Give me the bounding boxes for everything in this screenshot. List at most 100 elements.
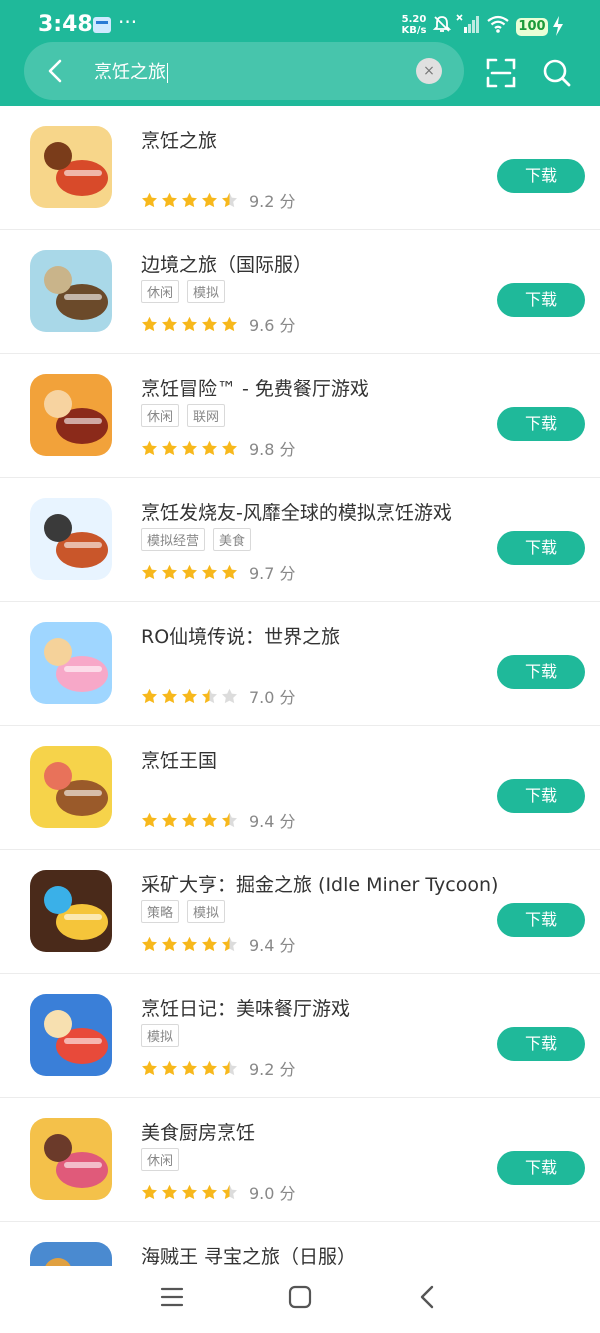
app-rating: 9.0 分	[141, 1180, 296, 1203]
rating-star-icon	[162, 1060, 177, 1075]
app-tag: 策略	[141, 900, 180, 923]
app-tags: 策略 模拟	[141, 900, 233, 923]
app-icon[interactable]	[30, 498, 112, 580]
result-row[interactable]: 烹饪王国 9.4 分 下载	[0, 726, 600, 850]
download-button[interactable]: 下载	[497, 531, 585, 565]
rating-score: 9.2 分	[249, 1060, 296, 1079]
result-row[interactable]: 采矿大亨：掘金之旅 (Idle Miner Tycoon) 策略 模拟 9.4 分 下载	[0, 850, 600, 974]
status-bar: 3:48 ··· 5.20 KB/s 100	[0, 0, 600, 40]
wifi-icon	[487, 15, 509, 33]
search-input[interactable]: 烹饪之旅	[94, 58, 168, 84]
rating-star-icon	[222, 688, 237, 703]
app-tag: 联网	[187, 404, 226, 427]
app-name[interactable]: RO仙境传说：世界之旅	[141, 622, 340, 649]
rating-score: 9.8 分	[249, 440, 296, 459]
rating-star-icon	[202, 688, 217, 703]
rating-score: 7.0 分	[249, 688, 296, 707]
app-name[interactable]: 烹饪冒险™ - 免费餐厅游戏	[141, 374, 369, 401]
rating-star-icon	[182, 936, 197, 951]
download-button[interactable]: 下载	[497, 1027, 585, 1061]
scan-icon[interactable]	[486, 58, 516, 88]
result-row[interactable]: 烹饪发烧友-风靡全球的模拟烹饪游戏 模拟经营 美食 9.7 分 下载	[0, 478, 600, 602]
rating-star-icon	[222, 316, 237, 331]
app-icon[interactable]	[30, 126, 112, 208]
app-name[interactable]: 采矿大亨：掘金之旅 (Idle Miner Tycoon)	[141, 870, 498, 897]
rating-star-icon	[202, 812, 217, 827]
menu-icon[interactable]	[160, 1286, 184, 1308]
download-button[interactable]: 下载	[497, 159, 585, 193]
back-icon[interactable]	[418, 1284, 438, 1310]
app-name[interactable]: 美食厨房烹饪	[141, 1118, 255, 1145]
app-name[interactable]: 烹饪之旅	[141, 126, 217, 153]
app-icon[interactable]	[30, 374, 112, 456]
rating-star-icon	[162, 440, 177, 455]
rating-star-icon	[142, 440, 157, 455]
rating-score: 9.7 分	[249, 564, 296, 583]
rating-star-icon	[162, 812, 177, 827]
app-tag: 休闲	[141, 404, 180, 427]
rating-star-icon	[202, 192, 217, 207]
app-name[interactable]: 边境之旅（国际服）	[141, 250, 312, 277]
app-tags: 休闲 联网	[141, 404, 233, 427]
rating-score: 9.2 分	[249, 192, 296, 211]
app-rating: 7.0 分	[141, 684, 296, 707]
app-icon[interactable]	[30, 622, 112, 704]
rating-star-icon	[142, 936, 157, 951]
download-button[interactable]: 下载	[497, 903, 585, 937]
search-icon[interactable]	[542, 58, 572, 88]
download-button[interactable]: 下载	[497, 1151, 585, 1185]
rating-star-icon	[142, 1060, 157, 1075]
rating-star-icon	[202, 1184, 217, 1199]
app-icon[interactable]	[30, 994, 112, 1076]
app-rating: 9.2 分	[141, 1056, 296, 1079]
result-row[interactable]: 边境之旅（国际服） 休闲 模拟 9.6 分 下载	[0, 230, 600, 354]
app-name[interactable]: 烹饪发烧友-风靡全球的模拟烹饪游戏	[141, 498, 452, 525]
download-button[interactable]: 下载	[497, 407, 585, 441]
rating-star-icon	[162, 936, 177, 951]
app-tag: 美食	[213, 528, 252, 551]
result-row[interactable]: 烹饪之旅 9.2 分 下载	[0, 106, 600, 230]
app-icon[interactable]	[30, 1118, 112, 1200]
result-row[interactable]: 烹饪日记：美味餐厅游戏模拟 9.2 分 下载	[0, 974, 600, 1098]
app-rating: 9.4 分	[141, 932, 296, 955]
app-tag: 模拟	[141, 1024, 180, 1047]
app-icon[interactable]	[30, 1242, 112, 1266]
rating-star-icon	[162, 564, 177, 579]
clear-search-button[interactable]: ×	[416, 58, 442, 84]
app-name[interactable]: 海贼王 寻宝之旅（日服）	[141, 1242, 356, 1266]
app-rating: 9.7 分	[141, 560, 296, 583]
app-name[interactable]: 烹饪日记：美味餐厅游戏	[141, 994, 350, 1021]
app-tags: 模拟	[141, 1024, 187, 1047]
app-icon[interactable]	[30, 250, 112, 332]
home-icon[interactable]	[288, 1285, 312, 1309]
search-query: 烹饪之旅	[94, 62, 166, 83]
app-tags: 休闲 模拟	[141, 280, 233, 303]
app-name[interactable]: 烹饪王国	[141, 746, 217, 773]
battery-indicator: 100	[516, 18, 548, 36]
result-row[interactable]: 海贼王 寻宝之旅（日服）	[0, 1222, 600, 1266]
charging-icon	[553, 16, 563, 36]
notification-icon	[93, 17, 111, 33]
result-row[interactable]: 烹饪冒险™ - 免费餐厅游戏休闲 联网 9.8 分 下载	[0, 354, 600, 478]
text-caret	[167, 63, 168, 83]
search-bar[interactable]: 烹饪之旅 ×	[24, 42, 464, 100]
status-time: 3:48	[38, 12, 93, 37]
search-results-list[interactable]: 烹饪之旅 9.2 分下载 边境之旅（国际服） 休闲 模拟 9.6 分下载 烹饪冒险™ - 免…	[0, 106, 600, 1266]
chevron-left-icon[interactable]	[46, 58, 64, 84]
download-button[interactable]: 下载	[497, 655, 585, 689]
rating-star-icon	[162, 688, 177, 703]
result-row[interactable]: 美食厨房烹饪休闲 9.0 分 下载	[0, 1098, 600, 1222]
result-row[interactable]: RO仙境传说：世界之旅 7.0 分 下载	[0, 602, 600, 726]
rating-star-icon	[182, 1060, 197, 1075]
rating-star-icon	[222, 1060, 237, 1075]
rating-star-icon	[182, 812, 197, 827]
system-nav-bar	[0, 1266, 600, 1333]
download-button[interactable]: 下载	[497, 283, 585, 317]
network-speed-value: 5.20	[401, 14, 427, 25]
rating-star-icon	[182, 316, 197, 331]
app-tag: 休闲	[141, 1148, 180, 1171]
app-tag: 模拟	[187, 280, 226, 303]
download-button[interactable]: 下载	[497, 779, 585, 813]
app-icon[interactable]	[30, 746, 112, 828]
app-icon[interactable]	[30, 870, 112, 952]
